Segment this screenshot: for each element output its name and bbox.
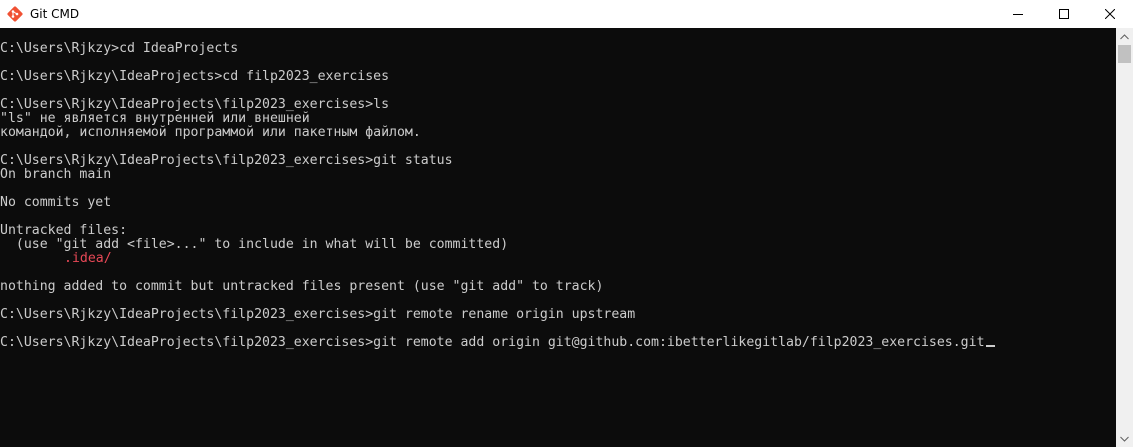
git-logo-icon [7,6,23,22]
current-command: C:\Users\Rjkzy\IdeaProjects\filp2023_exe… [0,335,985,350]
terminal-line: C:\Users\Rjkzy>cd IdeaProjects [0,41,239,56]
terminal-line: C:\Users\Rjkzy\IdeaProjects\filp2023_exe… [0,97,390,112]
window-controls [995,0,1133,28]
window-title: Git CMD [30,7,80,21]
scroll-thumb[interactable] [1118,45,1131,63]
maximize-icon [1059,9,1069,19]
terminal-prompt-line[interactable]: C:\Users\Rjkzy\IdeaProjects\filp2023_exe… [0,336,995,350]
terminal-line: командой, исполняемой программой или пак… [0,125,421,140]
close-button[interactable] [1087,0,1133,28]
terminal-line: C:\Users\Rjkzy\IdeaProjects\filp2023_exe… [0,307,636,322]
scroll-up-button[interactable] [1116,28,1133,45]
terminal-line: (use "git add <file>..." to include in w… [0,237,509,252]
terminal-line: On branch main [0,167,112,182]
vertical-scrollbar[interactable] [1116,28,1133,447]
terminal-line: "ls" не является внутренней или внешней [0,111,310,126]
close-icon [1105,9,1115,19]
title-bar[interactable]: Git CMD [0,0,1133,28]
scroll-down-button[interactable] [1116,430,1133,447]
chevron-up-icon [1120,33,1129,39]
chevron-down-icon [1120,436,1129,442]
maximize-button[interactable] [1041,0,1087,28]
untracked-file-entry: .idea/ [64,251,112,266]
terminal-line: C:\Users\Rjkzy\IdeaProjects\filp2023_exe… [0,153,453,168]
git-cmd-window: Git CMD C:\Users\Rjkzy>cd IdeaProjects C… [0,0,1133,447]
terminal-output[interactable]: C:\Users\Rjkzy>cd IdeaProjects C:\Users\… [0,28,1116,447]
terminal-line: No commits yet [0,195,112,210]
terminal-line: nothing added to commit but untracked fi… [0,279,604,294]
terminal-line: C:\Users\Rjkzy\IdeaProjects>cd filp2023_… [0,69,390,84]
terminal-line: Untracked files: [0,223,128,238]
text-cursor [985,345,995,347]
minimize-button[interactable] [995,0,1041,28]
minimize-icon [1013,14,1023,15]
